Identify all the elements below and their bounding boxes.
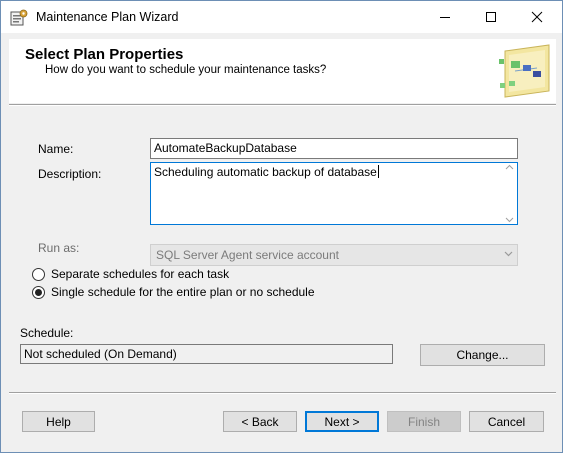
help-button[interactable]: Help: [22, 411, 95, 432]
wizard-header: Select Plan Properties How do you want t…: [9, 39, 556, 103]
description-text: Scheduling automatic backup of database: [154, 165, 377, 179]
run-as-value: SQL Server Agent service account: [156, 248, 339, 262]
description-textarea[interactable]: Scheduling automatic backup of database: [150, 162, 518, 225]
footer-divider: [9, 392, 556, 394]
name-label: Name:: [38, 142, 74, 156]
radio-button-separate[interactable]: [32, 267, 45, 281]
maximize-icon: [486, 12, 496, 22]
run-as-label: Run as:: [38, 241, 80, 255]
wizard-window: Maintenance Plan Wizard Select Plan Prop…: [0, 0, 563, 453]
page-subtitle: How do you want to schedule your mainten…: [45, 64, 327, 76]
radio-single-label: Single schedule for the entire plan or n…: [51, 285, 315, 299]
chevron-down-icon: [504, 251, 513, 257]
schedule-label: Schedule:: [20, 326, 74, 340]
maximize-button[interactable]: [468, 1, 514, 33]
window-title: Maintenance Plan Wizard: [36, 10, 179, 24]
radio-button-single[interactable]: [32, 285, 45, 299]
header-divider: [9, 104, 556, 106]
minimize-icon: [440, 17, 450, 18]
finish-button[interactable]: Finish: [387, 411, 461, 432]
description-label: Description:: [38, 167, 102, 181]
schedule-display: Not scheduled (On Demand): [20, 344, 393, 364]
change-schedule-button[interactable]: Change...: [420, 344, 545, 366]
wizard-banner-icon: [499, 44, 550, 98]
title-bar[interactable]: Maintenance Plan Wizard: [1, 1, 562, 33]
back-button[interactable]: < Back: [223, 411, 297, 432]
radio-separate-label: Separate schedules for each task: [51, 267, 230, 281]
text-caret: [377, 165, 379, 178]
minimize-button[interactable]: [422, 1, 468, 33]
name-input[interactable]: AutomateBackupDatabase: [150, 138, 518, 159]
radio-separate-schedules[interactable]: Separate schedules for each task: [32, 267, 229, 281]
scroll-up-icon: [505, 164, 513, 170]
description-scrollbar[interactable]: [502, 164, 516, 223]
close-icon: [531, 11, 543, 23]
radio-single-schedule[interactable]: Single schedule for the entire plan or n…: [32, 285, 315, 299]
next-button[interactable]: Next >: [305, 411, 379, 432]
close-button[interactable]: [514, 1, 560, 33]
scroll-down-icon: [505, 217, 513, 223]
run-as-dropdown[interactable]: SQL Server Agent service account: [150, 244, 518, 266]
maintenance-plan-icon: [10, 9, 28, 26]
cancel-button[interactable]: Cancel: [469, 411, 544, 432]
page-title: Select Plan Properties: [25, 46, 184, 63]
